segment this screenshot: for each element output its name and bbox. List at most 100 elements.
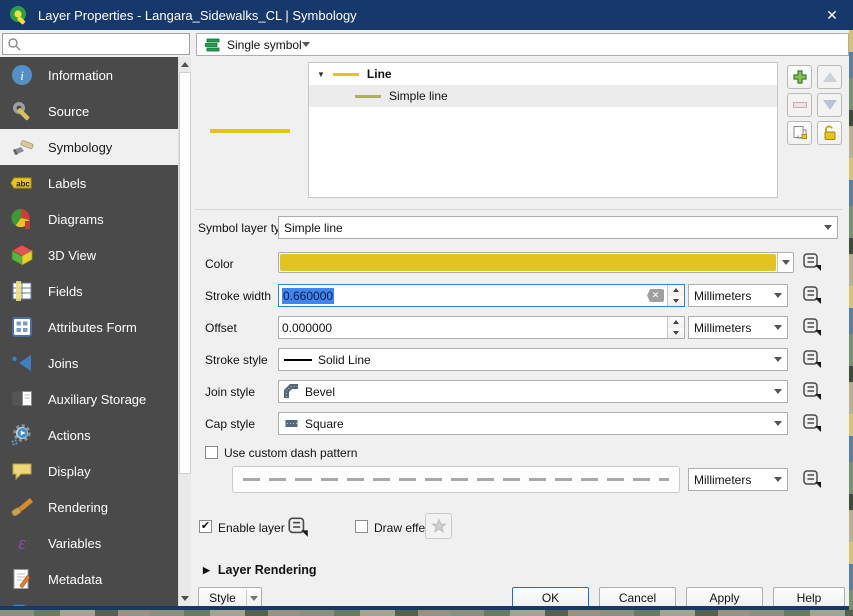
sidebar-item-labels[interactable]: abc Labels <box>0 165 178 201</box>
join-style-override-button[interactable] <box>800 380 824 402</box>
data-defined-override-icon <box>803 350 821 368</box>
map-background-sliver-bottom <box>0 610 853 616</box>
join-style-dropdown[interactable]: Bevel <box>278 380 788 403</box>
sidebar-item-label: Fields <box>48 283 83 299</box>
enable-layer-checkbox[interactable]: ✔ <box>199 520 212 533</box>
sidebar-item-joins[interactable]: Joins <box>0 345 178 381</box>
lock-color-button[interactable] <box>817 121 842 145</box>
color-button[interactable] <box>278 252 794 273</box>
sidebar-item-source[interactable]: Source <box>0 93 178 129</box>
dash-override-button[interactable] <box>800 468 824 490</box>
chevron-down-icon <box>774 293 782 298</box>
sidebar-item-partial[interactable] <box>0 597 178 606</box>
scroll-up-button[interactable] <box>179 57 191 72</box>
sidebar-item-metadata[interactable]: Metadata <box>0 561 178 597</box>
sidebar-item-fields[interactable]: Fields <box>0 273 178 309</box>
tree-row-line[interactable]: ▼ Line <box>309 63 777 85</box>
offset-unit-dropdown[interactable]: Millimeters <box>688 316 788 339</box>
stroke-width-unit-dropdown[interactable]: Millimeters <box>688 284 788 307</box>
color-override-button[interactable] <box>800 251 824 273</box>
effects-options-button[interactable] <box>425 513 452 539</box>
custom-dash-checkbox[interactable] <box>205 446 218 459</box>
color-dropdown-arrow[interactable] <box>777 253 793 272</box>
attributes-form-icon <box>12 317 32 337</box>
data-defined-override-icon <box>803 414 821 432</box>
sidebar-item-3d-view[interactable]: 3D View <box>0 237 178 273</box>
data-defined-override-icon <box>803 470 821 488</box>
symbol-preview-line <box>210 129 290 133</box>
sidebar-item-auxiliary-storage[interactable]: Auxiliary Storage <box>0 381 178 417</box>
sidebar-scrollbar[interactable] <box>178 57 191 606</box>
offset-spinner[interactable] <box>667 317 684 338</box>
add-symbol-layer-button[interactable] <box>787 65 812 89</box>
tree-expand-icon[interactable]: ▼ <box>317 70 325 79</box>
sidebar-item-information[interactable]: i Information <box>0 57 178 93</box>
chevron-down-icon <box>774 357 782 362</box>
renderer-dropdown[interactable]: Single symbol <box>196 33 849 56</box>
data-defined-override-icon <box>803 318 821 336</box>
dash-unit-dropdown[interactable]: Millimeters <box>688 468 788 491</box>
join-style-label: Join style <box>205 385 256 399</box>
symbology-icon <box>13 140 34 155</box>
sidebar-item-display[interactable]: Display <box>0 453 178 489</box>
unit-value: Millimeters <box>694 320 752 335</box>
layer-rendering-expander[interactable]: ▶ Layer Rendering <box>203 563 317 577</box>
sidebar-item-label: Attributes Form <box>48 319 137 335</box>
draw-effects-checkbox[interactable] <box>355 520 368 533</box>
move-up-button[interactable] <box>817 65 842 89</box>
cap-style-override-button[interactable] <box>800 412 824 434</box>
sidebar-item-attributes-form[interactable]: Attributes Form <box>0 309 178 345</box>
enable-layer-label: Enable layer <box>218 521 285 535</box>
move-down-button[interactable] <box>817 93 842 117</box>
3d-view-icon <box>11 244 33 266</box>
layer-rendering-label: Layer Rendering <box>217 563 317 577</box>
close-button[interactable]: ✕ <box>811 0 853 30</box>
dash-pattern-button[interactable] <box>232 466 680 493</box>
sidebar-item-variables[interactable]: ε Variables <box>0 525 178 561</box>
color-swatch <box>280 254 776 271</box>
clear-value-icon[interactable]: ✕ <box>647 289 664 302</box>
auxiliary-storage-icon <box>12 391 32 406</box>
stroke-width-spinner[interactable] <box>667 285 684 306</box>
chevron-down-icon <box>247 595 261 601</box>
help-button-label: Help <box>796 591 822 605</box>
offset-label: Offset <box>205 321 237 335</box>
sidebar-item-label: Diagrams <box>48 211 104 227</box>
duplicate-symbol-layer-button[interactable] <box>787 121 812 145</box>
sidebar-item-diagrams[interactable]: Diagrams <box>0 201 178 237</box>
search-input[interactable] <box>2 33 190 55</box>
stroke-width-override-button[interactable] <box>800 284 824 306</box>
scroll-down-button[interactable] <box>179 591 191 606</box>
offset-input[interactable]: 0.000000 <box>278 316 685 339</box>
sidebar-item-symbology[interactable]: Symbology <box>0 129 178 165</box>
information-icon: i <box>12 65 32 85</box>
cap-style-dropdown[interactable]: Square <box>278 412 788 435</box>
chevron-down-icon <box>774 421 782 426</box>
sidebar-item-label: Display <box>48 463 91 479</box>
source-icon <box>13 102 30 121</box>
chevron-down-icon <box>301 42 310 47</box>
tree-row-simple-line[interactable]: Simple line <box>309 85 777 107</box>
qgis-logo-icon <box>9 5 29 25</box>
offset-override-button[interactable] <box>800 316 824 338</box>
search-icon <box>8 38 21 51</box>
sidebar-item-rendering[interactable]: Rendering <box>0 489 178 525</box>
offset-value: 0.000000 <box>282 320 333 335</box>
data-defined-override-icon <box>803 382 821 400</box>
sidebar-item-actions[interactable]: Actions <box>0 417 178 453</box>
check-icon: ✔ <box>200 520 211 532</box>
title-bar: Layer Properties - Langara_Sidewalks_CL … <box>0 0 853 30</box>
enable-layer-override-button[interactable] <box>286 516 310 538</box>
symbol-layer-type-dropdown[interactable]: Simple line <box>278 216 838 239</box>
symbol-layer-type-value: Simple line <box>284 220 343 235</box>
sidebar-item-label: Metadata <box>48 571 103 587</box>
stroke-width-input[interactable]: 0.660000 ✕ <box>278 284 685 307</box>
stroke-style-override-button[interactable] <box>800 348 824 370</box>
remove-symbol-layer-button[interactable] <box>787 93 812 117</box>
scrollbar-thumb[interactable] <box>179 72 191 474</box>
square-cap-icon <box>285 420 298 427</box>
metadata-icon <box>13 569 30 589</box>
stroke-style-dropdown[interactable]: Solid Line <box>278 348 788 371</box>
sidebar-item-label: Source <box>48 103 90 119</box>
single-symbol-icon <box>205 38 221 52</box>
